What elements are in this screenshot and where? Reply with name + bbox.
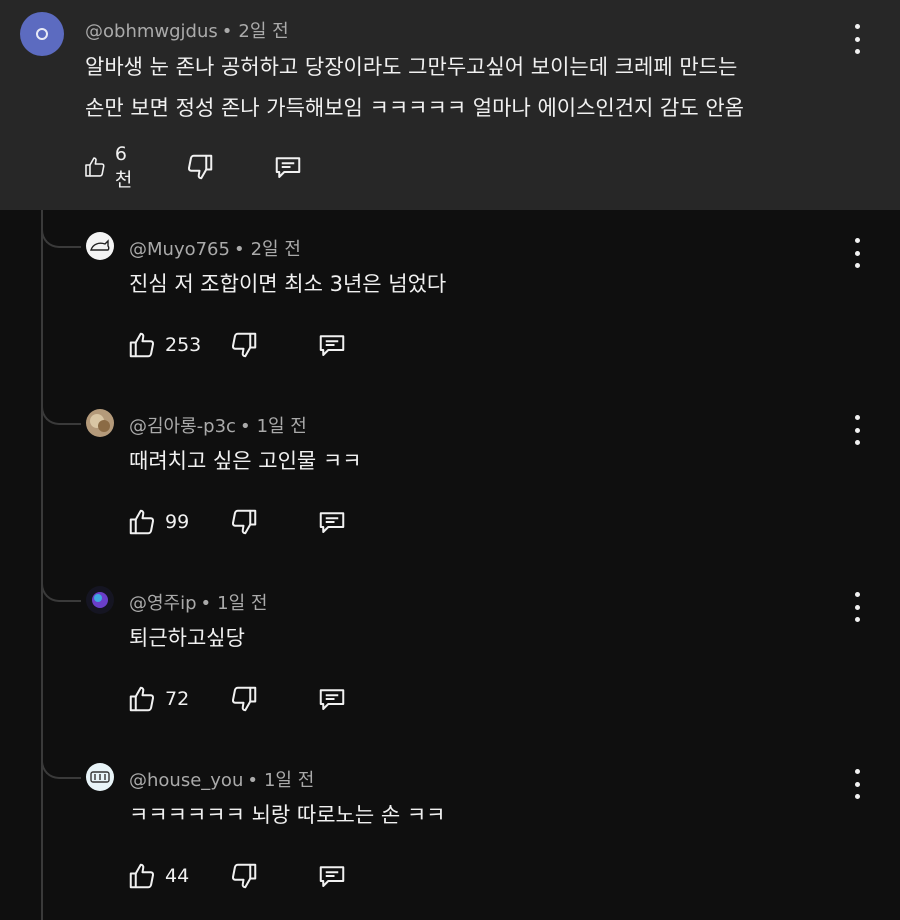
reply-button[interactable] bbox=[317, 328, 347, 362]
comment-meta: @obhmwgjdus • 2일 전 bbox=[85, 21, 289, 42]
dislike-icon bbox=[187, 154, 213, 180]
reply-icon bbox=[319, 689, 345, 710]
more-options-button[interactable] bbox=[847, 415, 867, 445]
avatar[interactable] bbox=[86, 586, 114, 614]
dislike-icon bbox=[231, 332, 257, 358]
like-button[interactable]: 253 bbox=[127, 328, 201, 362]
dislike-icon bbox=[231, 509, 257, 535]
thread-connector bbox=[41, 390, 81, 425]
username[interactable]: @house_you bbox=[129, 770, 243, 791]
reply-button[interactable] bbox=[317, 505, 347, 539]
username[interactable]: @영주ip bbox=[129, 593, 197, 614]
main-comment: @obhmwgjdus • 2일 전 알바생 눈 존나 공허하고 당장이라도 그만두… bbox=[0, 0, 900, 210]
timestamp[interactable]: 1일 전 bbox=[264, 770, 314, 791]
comment-text: 퇴근하고싶당 bbox=[129, 626, 245, 650]
comment-meta: @Muyo765 • 2일 전 bbox=[129, 239, 301, 260]
reply-icon bbox=[319, 335, 345, 356]
like-button[interactable]: 6천 bbox=[83, 143, 138, 191]
like-count: 99 bbox=[165, 511, 190, 533]
avatar[interactable] bbox=[86, 763, 114, 791]
comment-meta: @house_you • 1일 전 bbox=[129, 770, 315, 791]
dislike-button[interactable] bbox=[185, 150, 215, 184]
comment-text: 진심 저 조합이면 최소 3년은 넘었다 bbox=[129, 272, 447, 296]
more-vert-icon bbox=[854, 592, 860, 597]
dislike-icon bbox=[231, 686, 257, 712]
thread-connector bbox=[41, 744, 81, 779]
comment-meta: @영주ip • 1일 전 bbox=[129, 593, 268, 614]
avatar[interactable] bbox=[86, 232, 114, 260]
reply-button[interactable] bbox=[317, 682, 347, 716]
dislike-button[interactable] bbox=[229, 505, 259, 539]
timestamp[interactable]: 2일 전 bbox=[251, 239, 301, 260]
like-button[interactable]: 99 bbox=[127, 505, 189, 539]
more-options-button[interactable] bbox=[847, 24, 867, 54]
comment-meta: @김아롱-p3c • 1일 전 bbox=[129, 416, 307, 437]
reply-icon bbox=[319, 512, 345, 533]
comment-text: 때려치고 싶은 고인물 ㅋㅋ bbox=[129, 449, 362, 473]
reply-icon bbox=[319, 866, 345, 887]
timestamp[interactable]: 1일 전 bbox=[217, 593, 267, 614]
reply-icon bbox=[275, 157, 301, 178]
avatar[interactable] bbox=[20, 12, 64, 56]
reply-button[interactable] bbox=[273, 150, 303, 184]
like-icon bbox=[129, 686, 155, 712]
avatar[interactable] bbox=[86, 409, 114, 437]
username[interactable]: @김아롱-p3c bbox=[129, 416, 236, 437]
more-vert-icon bbox=[854, 769, 860, 774]
reply-button[interactable] bbox=[317, 859, 347, 893]
username[interactable]: @obhmwgjdus bbox=[85, 21, 218, 42]
username[interactable]: @Muyo765 bbox=[129, 239, 230, 260]
like-icon bbox=[129, 509, 155, 535]
more-options-button[interactable] bbox=[847, 592, 867, 622]
thread-connector bbox=[41, 567, 81, 602]
more-vert-icon bbox=[854, 238, 860, 243]
like-button[interactable]: 44 bbox=[127, 859, 189, 893]
like-count: 253 bbox=[165, 334, 202, 356]
timestamp[interactable]: 1일 전 bbox=[257, 416, 307, 437]
more-vert-icon bbox=[854, 24, 860, 29]
more-options-button[interactable] bbox=[847, 238, 867, 268]
comment-line: 손만 보면 정성 존나 가득해보임 ㅋㅋㅋㅋㅋ 얼마나 에이스인건지 감도 안옴 bbox=[85, 96, 744, 120]
like-count: 72 bbox=[165, 688, 190, 710]
dislike-button[interactable] bbox=[229, 328, 259, 362]
like-icon bbox=[129, 332, 155, 358]
like-count: 6천 bbox=[114, 142, 133, 191]
comment-line: 알바생 눈 존나 공허하고 당장이라도 그만두고싶어 보이는데 크레페 만드는 bbox=[85, 55, 738, 79]
timestamp[interactable]: 2일 전 bbox=[238, 21, 288, 42]
like-count: 44 bbox=[165, 865, 190, 887]
like-icon bbox=[129, 863, 155, 889]
dislike-icon bbox=[231, 863, 257, 889]
like-button[interactable]: 72 bbox=[127, 682, 189, 716]
comment-text: ㅋㅋㅋㅋㅋㅋ 뇌랑 따로노는 손 ㅋㅋ bbox=[129, 803, 446, 827]
dislike-button[interactable] bbox=[229, 859, 259, 893]
thread-connector bbox=[41, 210, 81, 248]
more-options-button[interactable] bbox=[847, 769, 867, 799]
more-vert-icon bbox=[854, 415, 860, 420]
dislike-button[interactable] bbox=[229, 682, 259, 716]
like-icon bbox=[85, 157, 105, 177]
comment-text: 알바생 눈 존나 공허하고 당장이라도 그만두고싶어 보이는데 크레페 만드는 … bbox=[85, 47, 744, 129]
